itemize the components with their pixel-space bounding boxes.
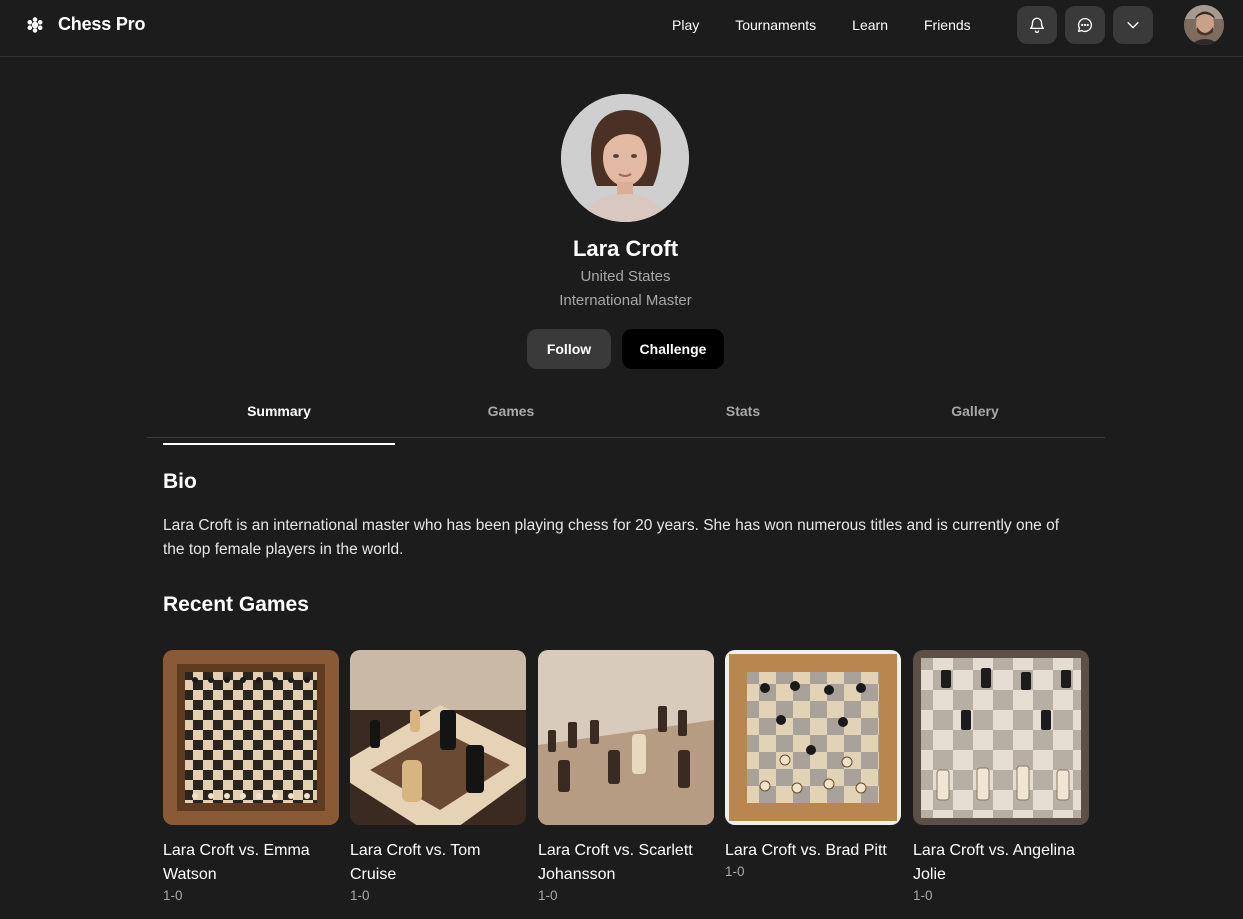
game-title: Lara Croft vs. Angelina Jolie [913,842,1075,883]
game-result: 1-0 [350,888,370,903]
profile-avatar-image [561,94,689,222]
bio-heading: Bio [163,470,197,493]
game-card[interactable]: Lara Croft vs. Scarlett Johansson 1-0 [538,650,714,905]
challenge-button[interactable]: Challenge [622,329,724,369]
game-card[interactable]: Lara Croft vs. Angelina Jolie 1-0 [913,650,1089,905]
game-card[interactable]: Lara Croft vs. Tom Cruise 1-0 [350,650,526,905]
tab-stats[interactable]: Stats [627,392,859,437]
tab-gallery[interactable]: Gallery [859,392,1091,437]
chess-piece-icon [27,16,43,33]
game-title: Lara Croft vs. Scarlett Johansson [538,842,693,883]
bio-text: Lara Croft is an international master wh… [163,517,1060,558]
chevron-down-icon [1127,22,1139,29]
profile-country: United States [580,268,671,285]
game-card[interactable]: Lara Croft vs. Brad Pitt 1-0 [725,650,901,881]
nav-item-tournaments[interactable]: Tournaments [735,16,816,34]
game-title: Lara Croft vs. Brad Pitt [725,842,887,859]
game-thumbnail [725,650,901,825]
profile-tabs: Summary Games Stats Gallery [147,392,1105,445]
notifications-button[interactable] [1017,6,1057,44]
nav-item-play[interactable]: Play [672,16,699,34]
game-thumbnail [163,650,339,825]
profile-avatar [561,94,689,222]
user-avatar[interactable] [1184,5,1224,45]
game-card[interactable]: Lara Croft vs. Emma Watson 1-0 [163,650,339,905]
menu-dropdown-button[interactable] [1113,6,1153,44]
top-navigation-bar: Chess Pro Play Tournaments Learn Friends [0,0,1243,57]
profile-name: Lara Croft [572,236,679,261]
tab-summary[interactable]: Summary [163,392,395,445]
brand-name: Chess Pro [58,14,146,34]
game-thumbnail [538,650,714,825]
tab-games[interactable]: Games [395,392,627,437]
game-result: 1-0 [725,864,745,879]
brand-logo[interactable]: Chess Pro [26,14,145,35]
game-title: Lara Croft vs. Tom Cruise [350,842,481,883]
game-title: Lara Croft vs. Emma Watson [163,842,310,883]
recent-games-heading: Recent Games [163,593,309,616]
nav-item-friends[interactable]: Friends [924,16,971,34]
profile-title: International Master [559,292,692,309]
main-nav: Play Tournaments Learn Friends [672,16,971,34]
game-result: 1-0 [538,888,558,903]
game-thumbnail [350,650,526,825]
game-result: 1-0 [913,888,933,903]
game-thumbnail [913,650,1089,825]
bell-icon [1029,17,1045,34]
game-result: 1-0 [163,888,183,903]
follow-button[interactable]: Follow [527,329,611,369]
messages-button[interactable] [1065,6,1105,44]
nav-item-learn[interactable]: Learn [852,16,888,34]
user-avatar-image [1184,5,1224,45]
chat-icon [1077,17,1093,33]
